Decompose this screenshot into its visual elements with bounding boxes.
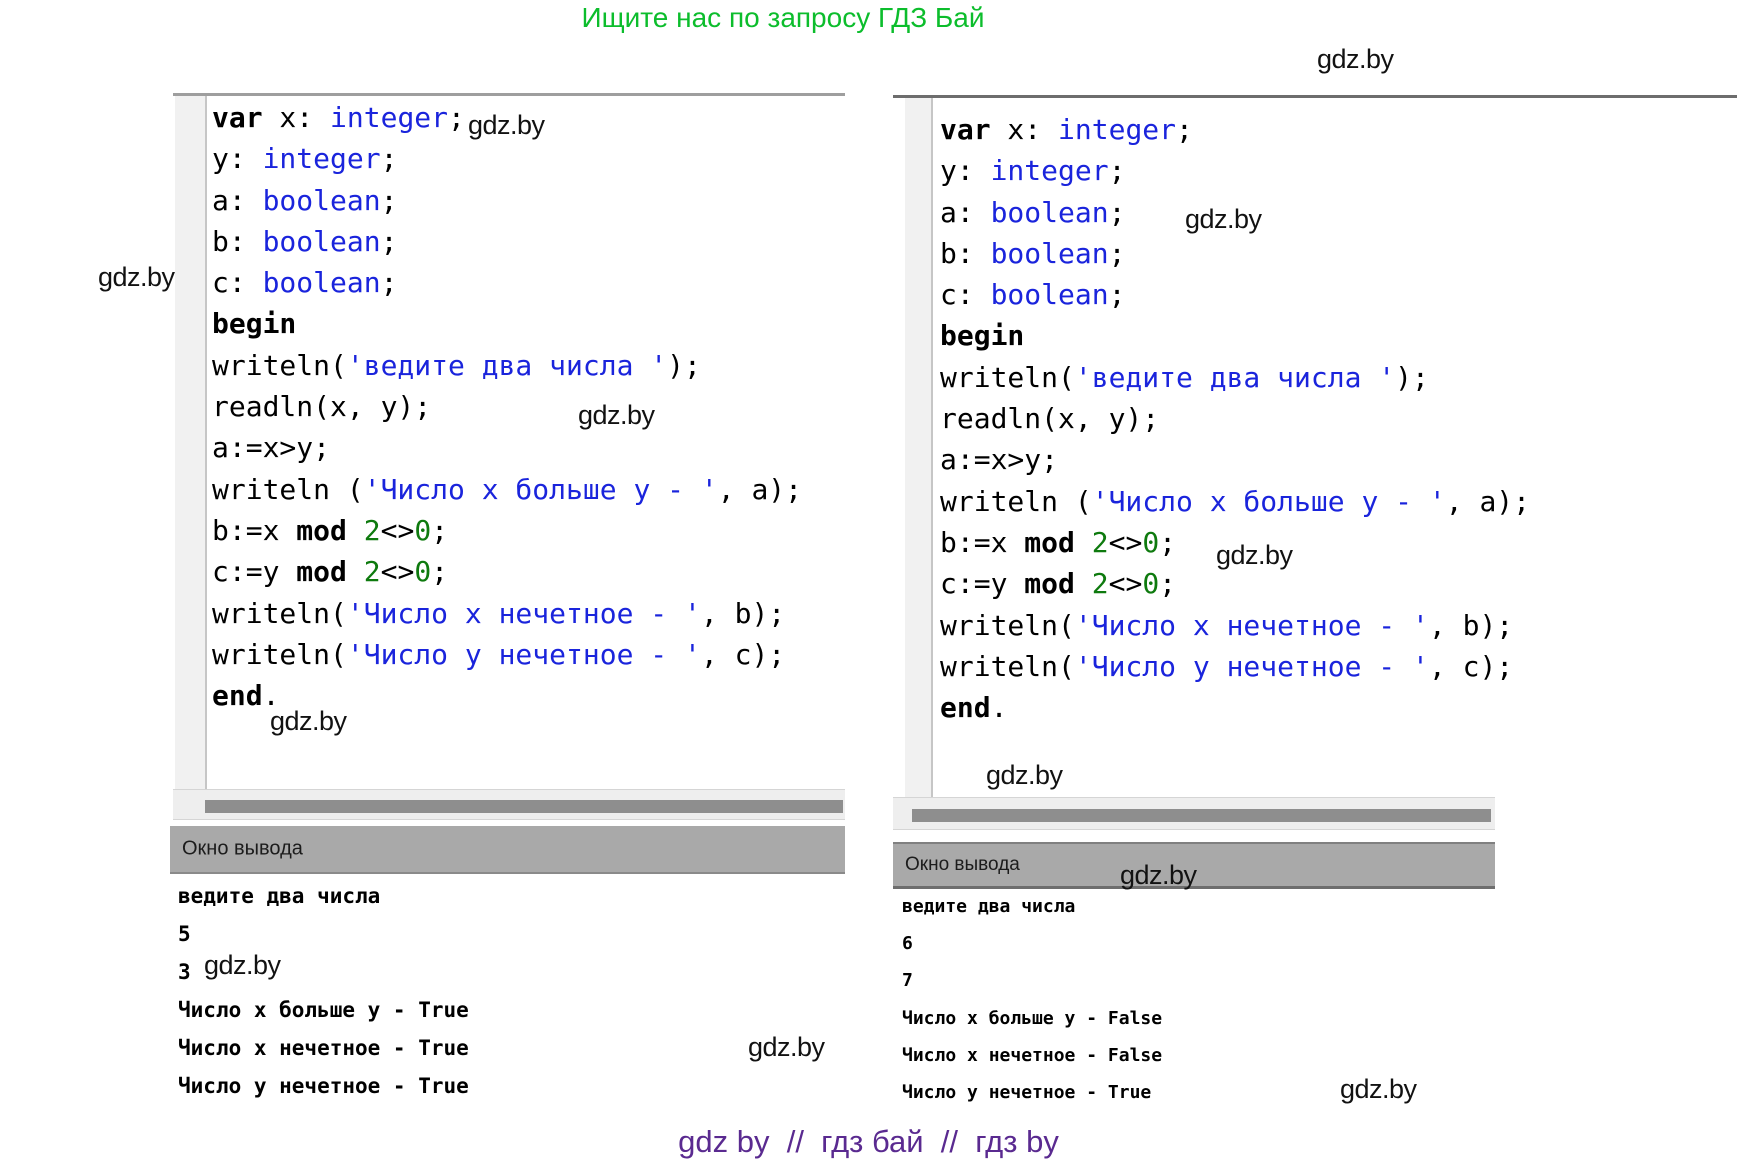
output-area-left[interactable]: ведите два числа53Число x больше y - Tru…: [178, 877, 469, 1105]
gdz-watermark: gdz.by: [1340, 1074, 1417, 1105]
code-line: writeln('ведите два числа ');: [940, 357, 1530, 398]
output-line: Число y нечетное - True: [178, 1067, 469, 1105]
output-window-title-left: Окно вывода: [182, 838, 303, 861]
code-line: a:=x>y;: [212, 427, 802, 468]
output-line: Число y нечетное - True: [902, 1074, 1162, 1111]
code-line: var x: integer;: [940, 109, 1530, 150]
code-editor-right[interactable]: var x: integer;y: integer;a: boolean;b: …: [893, 95, 1737, 798]
code-line: b: boolean;: [212, 221, 802, 262]
output-window-titlebar-left[interactable]: Окно вывода: [170, 826, 845, 874]
code-line: writeln('ведите два числа ');: [212, 345, 802, 386]
code-line: writeln('Число y нечетное - ', c);: [940, 646, 1530, 687]
code-line: c:=y mod 2<>0;: [212, 551, 802, 592]
code-line: a:=x>y;: [940, 439, 1530, 480]
output-line: 6: [902, 925, 1162, 962]
gdz-watermark: gdz.by: [578, 400, 655, 431]
output-line: 5: [178, 915, 469, 953]
code-line: writeln ('Число x больше y - ', a);: [212, 469, 802, 510]
gdz-watermark: gdz.by: [204, 950, 281, 981]
output-line: Число x нечетное - False: [902, 1037, 1162, 1074]
code-line: c: boolean;: [212, 262, 802, 303]
page: Ищите нас по запросу ГДЗ Бай var x: inte…: [0, 0, 1737, 1168]
output-line: ведите два числа: [902, 888, 1162, 925]
code-area-right[interactable]: var x: integer;y: integer;a: boolean;b: …: [940, 109, 1530, 728]
code-line: writeln ('Число x больше y - ', a);: [940, 481, 1530, 522]
output-window-title-right: Окно вывода: [905, 854, 1020, 876]
code-line: writeln('Число y нечетное - ', c);: [212, 634, 802, 675]
gdz-watermark: gdz.by: [1216, 540, 1293, 571]
code-editor-left[interactable]: var x: integer;y: integer;a: boolean;b: …: [173, 93, 845, 790]
output-line: 7: [902, 962, 1162, 999]
gdz-watermark: gdz.by: [98, 262, 175, 293]
code-line: writeln('Число x нечетное - ', b);: [940, 605, 1530, 646]
code-line: b: boolean;: [940, 233, 1530, 274]
output-line: Число x больше y - False: [902, 1000, 1162, 1037]
code-line: begin: [212, 303, 802, 344]
gdz-watermark: gdz.by: [1317, 44, 1394, 75]
h-scrollbar-thumb-left[interactable]: [205, 800, 843, 813]
output-area-right[interactable]: ведите два числа67Число x больше y - Fal…: [902, 888, 1162, 1111]
code-line: y: integer;: [212, 138, 802, 179]
code-line: begin: [940, 315, 1530, 356]
code-line: readln(x, y);: [212, 386, 802, 427]
output-line: ведите два числа: [178, 877, 469, 915]
output-line: Число x нечетное - True: [178, 1029, 469, 1067]
gdz-watermark: gdz.by: [468, 110, 545, 141]
code-line: y: integer;: [940, 150, 1530, 191]
gdz-watermark: gdz.by: [748, 1032, 825, 1063]
code-line: a: boolean;: [212, 180, 802, 221]
gdz-watermark: gdz.by: [1185, 204, 1262, 235]
h-scrollbar-right[interactable]: [893, 797, 1495, 830]
code-line: end.: [940, 687, 1530, 728]
code-line: c: boolean;: [940, 274, 1530, 315]
editor-gutter-right: [905, 98, 933, 798]
code-line: readln(x, y);: [940, 398, 1530, 439]
promo-title: Ищите нас по запросу ГДЗ Бай: [0, 2, 1566, 34]
code-area-left[interactable]: var x: integer;y: integer;a: boolean;b: …: [212, 97, 802, 716]
gdz-watermark: gdz.by: [270, 706, 347, 737]
h-scrollbar-left[interactable]: [173, 789, 845, 820]
h-scrollbar-thumb-right[interactable]: [912, 809, 1491, 822]
code-line: writeln('Число x нечетное - ', b);: [212, 593, 802, 634]
output-line: Число x больше y - True: [178, 991, 469, 1029]
gdz-watermark: gdz.by: [986, 760, 1063, 791]
footer-watermark-text: gdz by // гдз бай // гдз by: [0, 1124, 1737, 1160]
editor-gutter-left: [175, 96, 207, 790]
gdz-watermark: gdz.by: [1120, 860, 1197, 891]
code-line: b:=x mod 2<>0;: [212, 510, 802, 551]
